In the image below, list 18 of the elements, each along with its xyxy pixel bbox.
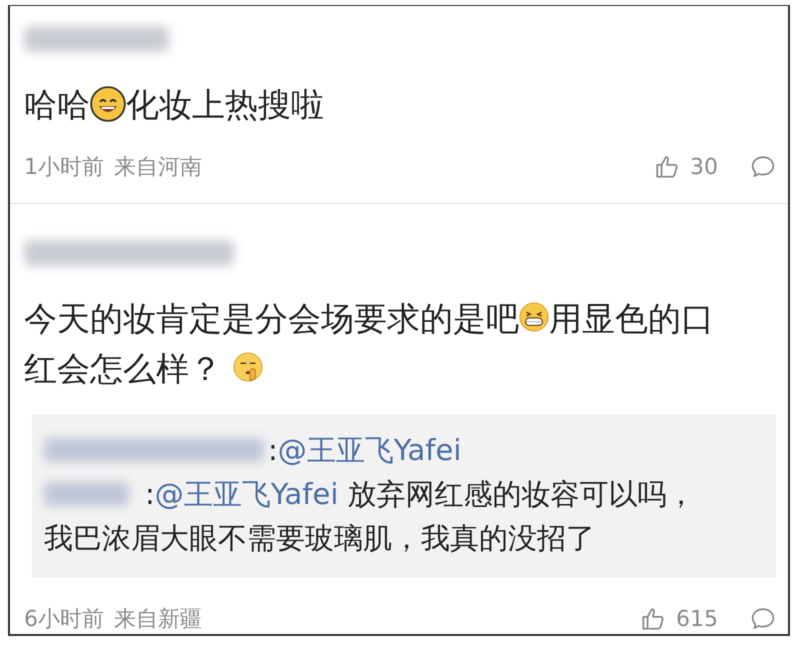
- comment-time: 6小时前: [24, 606, 104, 634]
- smiling-face-icon: [90, 86, 126, 122]
- grinning-face-icon: [519, 302, 549, 332]
- like-count: 615: [676, 606, 718, 632]
- thumbs-up-icon[interactable]: [640, 606, 666, 632]
- comment-icon[interactable]: [750, 606, 776, 632]
- comment-location: 来自新疆: [114, 606, 202, 634]
- reply-text: :@王亚飞Yafei: [268, 433, 462, 467]
- thumbs-up-icon[interactable]: [654, 154, 680, 180]
- comment-icon[interactable]: [750, 154, 776, 180]
- mention-link[interactable]: @王亚飞Yafei: [154, 477, 338, 511]
- mention-link[interactable]: @王亚飞Yafei: [278, 433, 462, 467]
- comment-location: 来自河南: [114, 154, 202, 182]
- shushing-face-icon: [232, 352, 262, 382]
- comment-time: 1小时前: [24, 154, 104, 182]
- like-count: 30: [690, 154, 718, 180]
- comment-text: 哈哈 化妆上热搜啦: [24, 84, 325, 126]
- comment-text: 今天的妆肯定是分会场要求的是吧 用显色的口红会怎么样？: [24, 298, 715, 390]
